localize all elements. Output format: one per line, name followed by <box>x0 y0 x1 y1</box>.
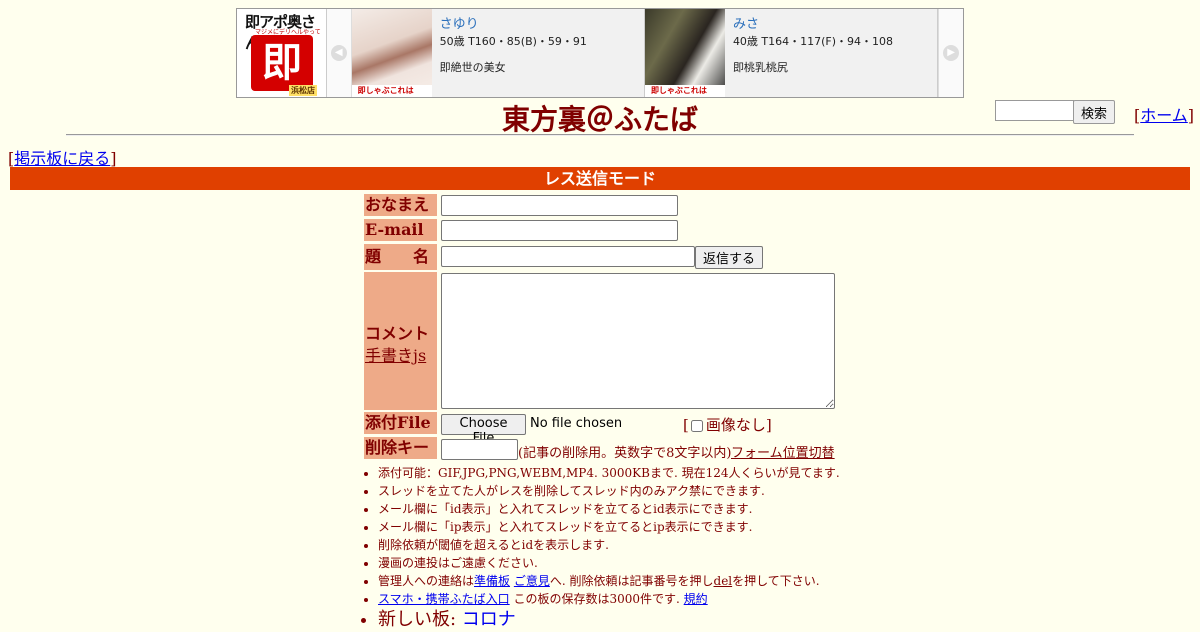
subject-field[interactable] <box>441 246 695 267</box>
ad-photo: 即しゃぶこれは <box>351 9 432 97</box>
email-field[interactable] <box>441 220 678 241</box>
ad-banner[interactable]: 即アポ奥さん マジメにデリヘルやってます 即 浜松店 ◀ 即しゃぶこれは さゆり… <box>236 8 964 98</box>
name-label: おなまえ <box>364 194 437 216</box>
comment-label: コメント <box>365 324 430 343</box>
list-item: スマホ・携帯ふたば入口 この板の保存数は3000件です. 規約 <box>378 590 878 608</box>
email-label: E-mail <box>364 219 437 241</box>
retention-text: この板の保存数は3000件です. <box>513 592 680 606</box>
divider <box>66 134 1134 136</box>
delete-request-text: へ. 削除依頼は記事番号を押し <box>549 574 714 588</box>
ad-card-name[interactable]: みさ <box>733 13 893 32</box>
ad-logo-store: 浜松店 <box>289 85 317 96</box>
reply-mode-banner: レス送信モード <box>10 167 1190 190</box>
handwriting-link[interactable]: 手書きjs <box>365 342 426 366</box>
ad-card-catch: 即桃乳桃尻 <box>732 61 788 74</box>
choose-file-button[interactable]: Choose File <box>441 414 526 446</box>
back-nav: [掲示板に戻る] <box>8 149 117 168</box>
rules-link[interactable]: 規約 <box>684 592 708 606</box>
new-board-link[interactable]: コロナ <box>462 609 516 630</box>
list-item: メール欄に「ip表示」と入れてスレッドを立てるとip表示にできます. <box>378 518 878 536</box>
delete-key-label: 削除キー <box>364 437 437 459</box>
no-image-label: 画像なし <box>705 416 766 434</box>
ad-prev-button[interactable]: ◀ <box>326 9 352 97</box>
ad-card[interactable]: 即しゃぶこれは さゆり 50歳 T160・85(B)・59・91 即絶世の美女 <box>351 9 645 97</box>
comment-label-cell: コメント 手書きjs <box>364 272 437 410</box>
ad-card-spec: 50歳 T160・85(B)・59・91 <box>439 35 587 48</box>
file-label: 添付File <box>364 412 437 434</box>
chevron-left-icon: ◀ <box>330 45 347 61</box>
submit-reply-button[interactable]: 返信する <box>695 246 763 269</box>
delete-request-tail: を押して下さい. <box>732 574 820 588</box>
list-item: スレッドを立てた人がレスを削除してスレッド内のみアク禁にできます. <box>378 482 878 500</box>
ad-logo-mark: 即 <box>251 35 313 91</box>
list-item: 新しい板: コロナ <box>378 608 878 632</box>
list-item: 漫画の連投はご遠慮ください. <box>378 554 878 572</box>
list-item: 管理人への連絡は準備板 ご意見へ. 削除依頼は記事番号を押しdelを押して下さい… <box>378 572 878 590</box>
ad-card-spec: 40歳 T164・117(F)・94・108 <box>732 35 894 48</box>
ad-card-name[interactable]: さゆり <box>440 13 587 32</box>
chevron-right-icon: ▶ <box>943 45 960 61</box>
search-form: 検索 <box>995 100 1115 124</box>
ad-photo: 即しゃぶこれは <box>644 9 725 97</box>
ad-photo-ribbon: 即しゃぶこれは <box>644 85 725 97</box>
comment-textarea[interactable] <box>441 273 835 409</box>
contact-text: 管理人への連絡は <box>378 574 475 588</box>
no-image-checkbox[interactable] <box>690 420 703 432</box>
board-notes: 添付可能：GIF,JPG,PNG,WEBM,MP4. 3000KBまで. 現在1… <box>360 464 878 632</box>
back-to-board-link[interactable]: 掲示板に戻る <box>14 149 110 168</box>
no-image-option: [画像なし] <box>683 416 772 434</box>
form-position-toggle-link[interactable]: フォーム位置切替 <box>731 442 835 461</box>
del-link[interactable]: del <box>714 574 733 588</box>
new-board-label: 新しい板: <box>378 609 462 630</box>
delete-key-field[interactable] <box>441 439 518 460</box>
search-input[interactable] <box>995 100 1074 121</box>
ad-card[interactable]: 即しゃぶこれは みさ 40歳 T164・117(F)・94・108 即桃乳桃尻 <box>644 9 939 97</box>
prep-board-link[interactable]: 準備板 <box>474 574 510 588</box>
file-status: No file chosen <box>530 416 623 431</box>
ad-card-catch: 即絶世の美女 <box>439 61 506 74</box>
home-nav: [ホーム] <box>1134 106 1195 125</box>
ad-logo[interactable]: 即アポ奥さん マジメにデリヘルやってます 即 浜松店 <box>237 9 327 97</box>
ad-photo-ribbon: 即しゃぶこれは <box>351 85 432 97</box>
search-button[interactable]: 検索 <box>1073 100 1115 124</box>
delete-key-note: (記事の削除用。英数字で8文字以内) <box>518 446 732 461</box>
subject-label: 題 名 <box>364 244 437 270</box>
mobile-entrance-link[interactable]: スマホ・携帯ふたば入口 <box>378 592 510 606</box>
list-item: 削除依頼が閾値を超えるとidを表示します. <box>378 536 878 554</box>
list-item: 添付可能：GIF,JPG,PNG,WEBM,MP4. 3000KBまで. 現在1… <box>378 464 878 482</box>
name-field[interactable] <box>441 195 678 216</box>
home-link[interactable]: ホーム <box>1140 106 1188 125</box>
feedback-link[interactable]: ご意見 <box>514 574 550 588</box>
ad-next-button[interactable]: ▶ <box>938 9 963 97</box>
list-item: メール欄に「id表示」と入れてスレッドを立てるとid表示にできます. <box>378 500 878 518</box>
